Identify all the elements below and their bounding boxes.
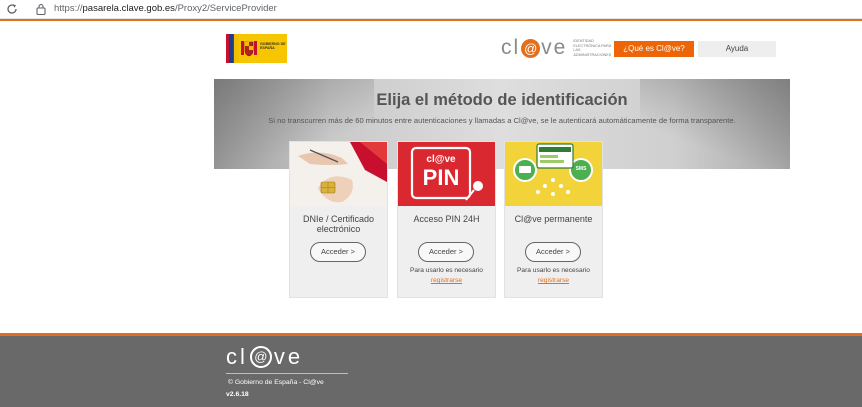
coat-of-arms-icon bbox=[241, 39, 257, 57]
flag-stripe-blue bbox=[229, 34, 233, 63]
card-label-permanente: Cl@ve permanente bbox=[514, 214, 593, 224]
clave-logo-word: cl @ ve bbox=[501, 36, 567, 60]
url-domain: pasarela.clave.gob.es bbox=[82, 3, 175, 14]
lock-icon[interactable] bbox=[36, 3, 46, 15]
dnie-card-image bbox=[290, 142, 387, 206]
permanente-illustration-icon bbox=[505, 142, 602, 206]
footer-logo-part-3: ve bbox=[273, 344, 304, 369]
method-card-permanente: SMS Cl@ve permanente Acceder > Para usar… bbox=[504, 141, 603, 298]
header-orange-rule bbox=[0, 19, 862, 21]
footer-divider bbox=[226, 373, 348, 374]
footer-version: v2.6.18 bbox=[226, 391, 249, 398]
register-link-pin[interactable]: registrarse bbox=[398, 277, 495, 284]
pin-card-image: cl@ve PIN bbox=[398, 142, 495, 206]
what-is-clave-button[interactable]: ¿Qué es Cl@ve? bbox=[614, 41, 694, 57]
register-note-permanente: Para usarlo es necesario bbox=[517, 267, 590, 274]
reload-icon[interactable] bbox=[6, 3, 18, 15]
help-button[interactable]: Ayuda bbox=[698, 41, 776, 57]
flag-stripe-yellow bbox=[234, 34, 239, 63]
page-subtitle: Si no transcurren más de 60 minutos entr… bbox=[268, 116, 736, 125]
acceder-button-pin[interactable]: Acceder > bbox=[418, 242, 474, 262]
permanente-card-image: SMS bbox=[505, 142, 602, 206]
pin-image-text-top: cl@ve bbox=[426, 154, 456, 165]
acceder-button-permanente[interactable]: Acceder > bbox=[525, 242, 581, 262]
page: https://pasarela.clave.gob.es/Proxy2/Ser… bbox=[0, 0, 862, 407]
browser-address-bar: https://pasarela.clave.gob.es/Proxy2/Ser… bbox=[0, 0, 862, 19]
footer: cl @ ve © Gobierno de España - Cl@ve v2.… bbox=[0, 336, 862, 407]
gobierno-de-espana-logo[interactable]: GOBIERNO DE ESPAÑA bbox=[226, 34, 287, 63]
url-prefix: https:// bbox=[54, 3, 83, 14]
clave-logo[interactable]: cl @ ve IDENTIDAD ELECTRÓNICA PARA LAS A… bbox=[501, 36, 611, 60]
page-title: Elija el método de identificación bbox=[376, 91, 628, 109]
clave-logo-part-1: cl bbox=[501, 36, 521, 59]
acceder-button-dnie[interactable]: Acceder > bbox=[310, 242, 366, 262]
clave-logo-part-3: ve bbox=[541, 36, 568, 59]
footer-copyright: © Gobierno de España - Cl@ve bbox=[228, 379, 324, 386]
register-link-permanente[interactable]: registrarse bbox=[505, 277, 602, 284]
gov-logo-text: GOBIERNO DE ESPAÑA bbox=[260, 42, 286, 51]
dnie-illustration-icon bbox=[290, 142, 387, 206]
pin-image-text-bottom: PIN bbox=[422, 165, 460, 190]
sms-image-text: SMS bbox=[575, 166, 587, 172]
at-icon: @ bbox=[521, 38, 541, 58]
register-note-pin: Para usarlo es necesario bbox=[410, 267, 483, 274]
method-card-dnie: DNIe / Certificado electrónico Acceder > bbox=[289, 141, 388, 298]
footer-clave-logo: cl @ ve bbox=[226, 344, 303, 370]
clave-tagline: IDENTIDAD ELECTRÓNICA PARA LAS ADMINISTR… bbox=[573, 39, 612, 57]
card-label-dnie: DNIe / Certificado electrónico bbox=[302, 214, 375, 234]
url-path: /Proxy2/ServiceProvider bbox=[174, 3, 277, 14]
method-card-pin: cl@ve PIN Acceso PIN 24H Acceder > Para … bbox=[397, 141, 496, 298]
card-label-pin: Acceso PIN 24H bbox=[413, 214, 480, 224]
footer-at-icon: @ bbox=[249, 346, 272, 368]
footer-logo-part-1: cl bbox=[226, 344, 248, 369]
url-field[interactable]: https://pasarela.clave.gob.es/Proxy2/Ser… bbox=[54, 3, 277, 14]
